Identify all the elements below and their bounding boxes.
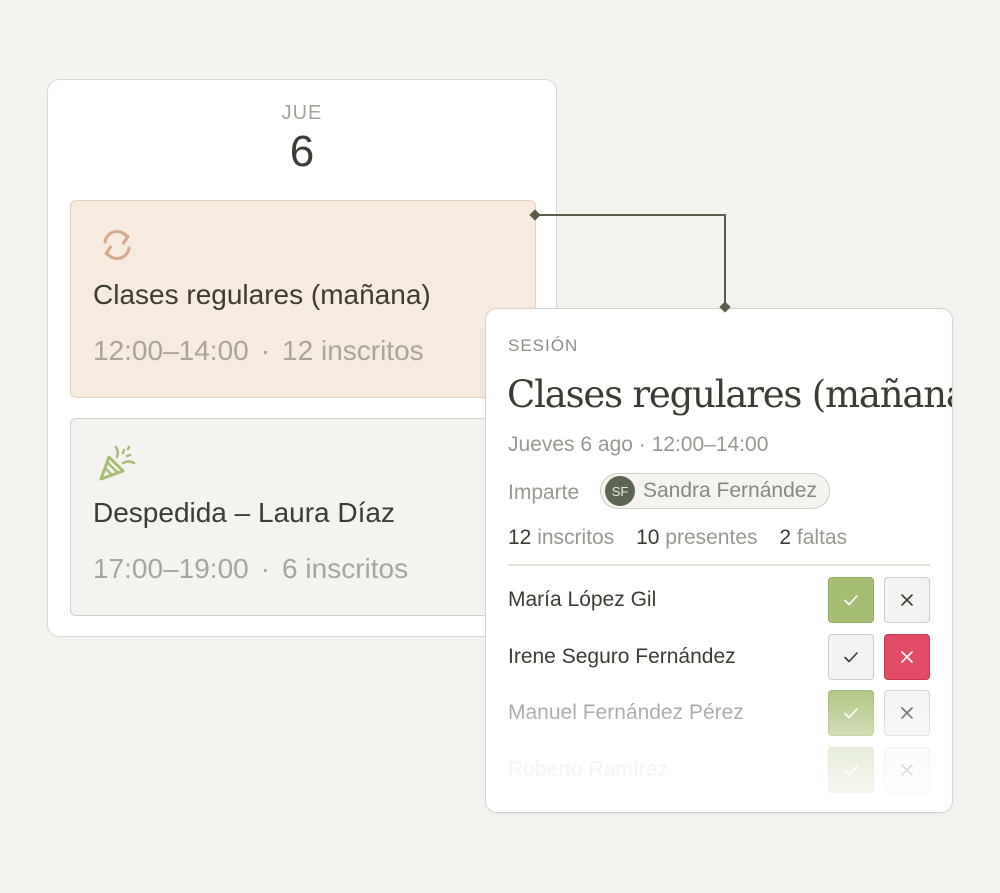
close-icon (901, 594, 913, 606)
mark-present-button[interactable] (828, 747, 874, 793)
event-meta: 17:00–19:00 · 6 inscritos (93, 553, 408, 585)
check-icon (844, 595, 858, 606)
attendee-name: María López Gil (508, 588, 657, 611)
close-icon (901, 707, 913, 719)
party-popper-icon (99, 445, 136, 481)
divider (508, 564, 930, 566)
teacher-chip[interactable]: SF Sandra Fernández (600, 473, 830, 509)
attendee-name: Roberto Ramírez (508, 758, 668, 781)
event-card-regular-classes[interactable]: Clases regulares (mañana) 12:00–14:00 · 12… (70, 200, 536, 398)
session-detail-panel: SESIÓN Clases regulares (mañana) Jueves … (485, 308, 953, 813)
meta-separator: · (260, 553, 271, 584)
event-title: Clases regulares (mañana) (93, 279, 431, 310)
mark-absent-button[interactable] (884, 747, 930, 793)
mark-present-button[interactable] (828, 690, 874, 736)
session-title: Clases regulares (mañana) (507, 373, 953, 416)
event-time: 17:00–19:00 (93, 553, 249, 584)
close-icon (901, 764, 913, 776)
attendee-row: María López Gil (508, 577, 930, 623)
enrolled-label: inscritos (537, 526, 615, 549)
event-meta: 12:00–14:00 · 12 inscritos (93, 335, 424, 367)
mark-absent-button[interactable] (884, 634, 930, 680)
teacher-label: Imparte (508, 481, 580, 504)
absent-label: faltas (796, 526, 848, 549)
close-icon (901, 651, 913, 663)
event-enrolled: 12 inscritos (282, 335, 424, 366)
day-header: JUE 6 (48, 102, 556, 177)
avatar: SF (605, 476, 635, 506)
teacher-name: Sandra Fernández (643, 479, 817, 502)
absent-count: 2 (779, 526, 792, 549)
day-number: 6 (289, 127, 315, 176)
check-icon (844, 765, 858, 776)
check-icon (844, 652, 858, 663)
day-column-card: JUE 6 Clases regulares (mañana) 12:00–14… (47, 79, 557, 637)
attendee-row: Manuel Fernández Pérez (508, 690, 930, 736)
repeat-icon (103, 230, 131, 260)
meta-separator: · (260, 335, 271, 366)
check-icon (844, 708, 858, 719)
attendee-row: Irene Seguro Fernández (508, 634, 930, 680)
day-name: JUE (281, 102, 323, 124)
event-card-farewell[interactable]: Despedida – Laura Díaz 17:00–19:00 · 6 ins… (70, 418, 536, 616)
attendee-name: Manuel Fernández Pérez (508, 701, 744, 724)
mark-present-button[interactable] (828, 577, 874, 623)
attendee-name: Irene Seguro Fernández (508, 645, 736, 668)
present-label: presentes (665, 526, 758, 549)
enrolled-count: 12 (508, 526, 532, 549)
panel-kicker: SESIÓN (508, 336, 579, 355)
mark-present-button[interactable] (828, 634, 874, 680)
attendee-row: Roberto Ramírez (508, 747, 930, 793)
attendance-stats: 12 inscritos 10 presentes 2 faltas (508, 526, 847, 550)
mark-absent-button[interactable] (884, 690, 930, 736)
event-title: Despedida – Laura Díaz (93, 497, 395, 528)
session-datetime: Jueves 6 ago · 12:00–14:00 (508, 433, 769, 456)
present-count: 10 (636, 526, 660, 549)
mark-absent-button[interactable] (884, 577, 930, 623)
event-enrolled: 6 inscritos (282, 553, 409, 584)
event-time: 12:00–14:00 (93, 335, 249, 366)
